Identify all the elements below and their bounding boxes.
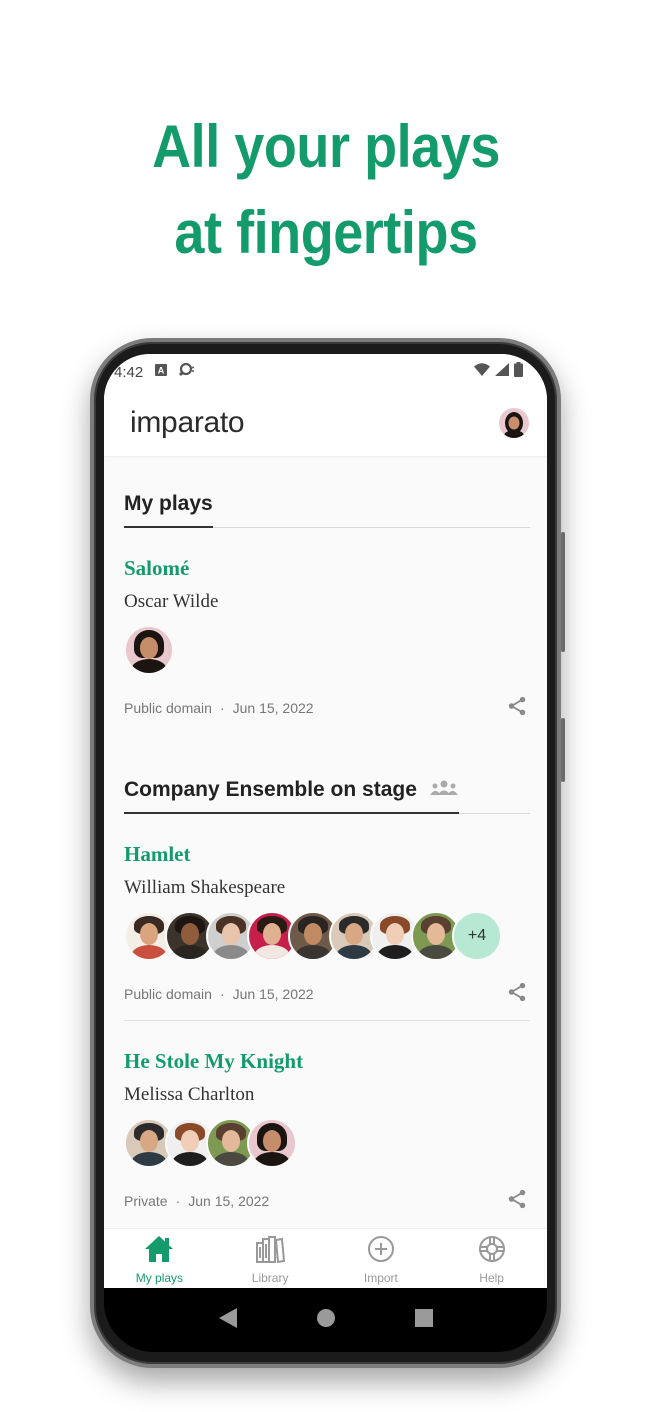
- nav-label: Library: [251, 1271, 289, 1285]
- bottom-navigation: My plays Library Import Help: [104, 1228, 547, 1288]
- section-title: Company Ensemble on stage: [124, 778, 417, 801]
- tab-my-plays[interactable]: My plays: [124, 492, 213, 528]
- play-meta: Public domain · Jun 15, 2022: [124, 695, 530, 720]
- battery-icon: [514, 362, 523, 382]
- play-license: Public domain: [124, 985, 212, 1002]
- play-card-hamlet[interactable]: Hamlet William Shakespeare +4 Public dom…: [124, 814, 530, 1020]
- user-avatar-button[interactable]: [499, 408, 529, 438]
- cast-avatars: [124, 625, 530, 675]
- home-icon: [144, 1235, 174, 1268]
- plays-list: My plays Salomé Oscar Wilde Public domai…: [124, 456, 530, 1227]
- status-bar: 4:42 A: [104, 354, 547, 390]
- meta-separator: ·: [219, 699, 225, 716]
- lifebuoy-icon: [478, 1235, 506, 1268]
- play-title[interactable]: Hamlet: [124, 842, 530, 867]
- share-icon[interactable]: [506, 1188, 528, 1213]
- app-logo: imparato: [130, 406, 245, 439]
- wifi-icon: [474, 363, 490, 381]
- play-license: Public domain: [124, 699, 212, 716]
- share-icon[interactable]: [506, 981, 528, 1006]
- play-date: Jun 15, 2022: [232, 985, 314, 1002]
- play-date: Jun 15, 2022: [232, 699, 314, 716]
- app-bar: imparato: [104, 390, 547, 456]
- play-card-he-stole-my-knight[interactable]: He Stole My Knight Melissa Charlton Priv…: [124, 1020, 530, 1227]
- phone-screen: 4:42 A imparato My plays Salomé Oscar Wi…: [104, 354, 547, 1352]
- play-date: Jun 15, 2022: [188, 1192, 270, 1209]
- system-navigation-bar: [104, 1288, 547, 1352]
- section-title: My plays: [124, 492, 213, 515]
- nav-library[interactable]: Library: [215, 1229, 326, 1288]
- more-cast-badge[interactable]: +4: [452, 911, 502, 961]
- play-meta: Public domain · Jun 15, 2022: [124, 981, 530, 1006]
- group-icon: [429, 778, 459, 802]
- marketing-headline: All your plays at fingertips: [33, 104, 620, 276]
- nav-import[interactable]: Import: [326, 1229, 437, 1288]
- play-author: Oscar Wilde: [124, 591, 219, 612]
- headline-line-2: at fingertips: [174, 199, 478, 266]
- keyboard-a-icon: A: [155, 363, 168, 381]
- sync-icon: [179, 362, 195, 381]
- nav-label: Import: [363, 1271, 398, 1285]
- status-time: 4:42: [114, 363, 144, 381]
- nav-help[interactable]: Help: [436, 1229, 547, 1288]
- section-company: Company Ensemble on stage: [124, 734, 530, 814]
- recents-button[interactable]: [414, 1308, 433, 1332]
- volume-button: [561, 532, 565, 652]
- headline-line-1: All your plays: [152, 113, 500, 180]
- nav-label: My plays: [135, 1271, 184, 1285]
- power-button: [561, 718, 565, 782]
- back-button[interactable]: [218, 1307, 237, 1333]
- play-title[interactable]: Salomé: [124, 556, 530, 581]
- app-screen: 4:42 A imparato My plays Salomé Oscar Wi…: [104, 354, 547, 1288]
- signal-icon: [495, 363, 509, 381]
- cast-avatar: [247, 1118, 297, 1168]
- cast-avatars: [124, 1118, 530, 1168]
- nav-my-plays[interactable]: My plays: [104, 1229, 215, 1288]
- svg-text:A: A: [158, 366, 165, 376]
- section-my-plays: My plays: [124, 456, 530, 528]
- play-license: Private: [124, 1192, 168, 1209]
- share-icon[interactable]: [506, 695, 528, 720]
- phone-frame: 4:42 A imparato My plays Salomé Oscar Wi…: [90, 338, 565, 1368]
- play-meta: Private · Jun 15, 2022: [124, 1188, 530, 1213]
- cast-avatar: [124, 625, 174, 675]
- play-card-salome[interactable]: Salomé Oscar Wilde Public domain · Jun 1…: [124, 528, 530, 734]
- play-author: Melissa Charlton: [124, 1084, 255, 1105]
- meta-separator: ·: [219, 985, 225, 1002]
- library-icon: [255, 1235, 286, 1268]
- add-circle-icon: [367, 1235, 395, 1268]
- play-author: William Shakespeare: [124, 877, 286, 898]
- home-button[interactable]: [316, 1308, 335, 1332]
- tab-company-ensemble[interactable]: Company Ensemble on stage: [124, 778, 459, 814]
- cast-avatars: +4: [124, 911, 530, 961]
- play-title[interactable]: He Stole My Knight: [124, 1049, 530, 1074]
- nav-label: Help: [479, 1271, 504, 1285]
- meta-separator: ·: [175, 1192, 181, 1209]
